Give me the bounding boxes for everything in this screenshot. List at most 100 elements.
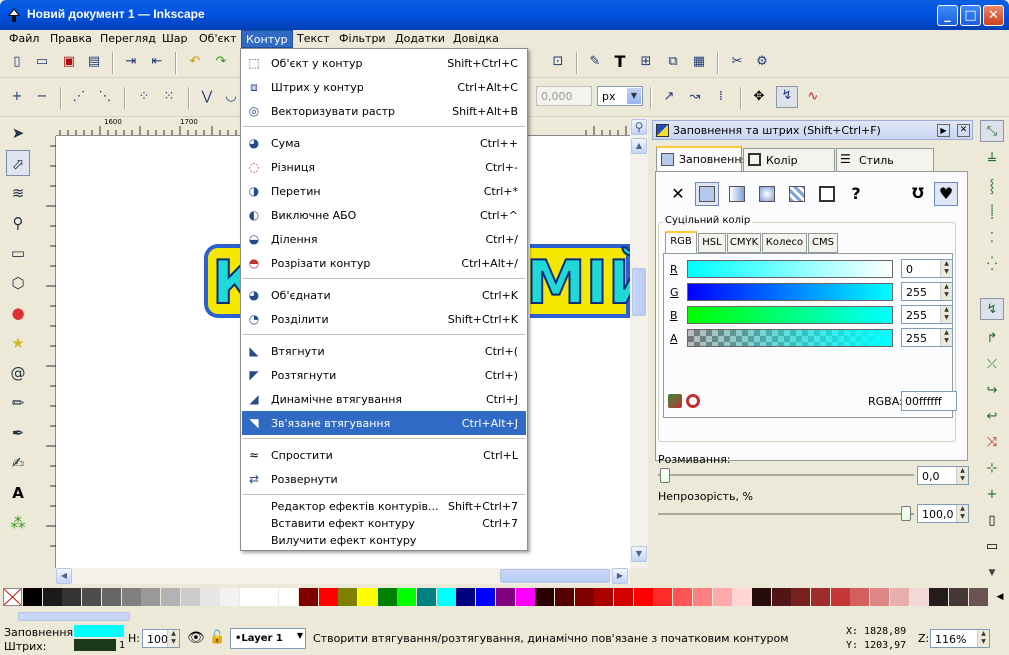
preferences-icon[interactable]: ✂ bbox=[728, 53, 746, 71]
color-swatch[interactable] bbox=[751, 588, 771, 606]
color-swatch[interactable] bbox=[121, 588, 141, 606]
menu-path[interactable]: Контур bbox=[241, 30, 293, 48]
snap-intersection-icon[interactable]: ⤫ bbox=[980, 354, 1004, 376]
menu-item-trace-bitmap[interactable]: ◎ Векторизувати растр Shift+Alt+B bbox=[242, 99, 526, 123]
color-swatch[interactable] bbox=[279, 588, 299, 606]
scroll-left-icon[interactable]: ◀ bbox=[56, 568, 72, 584]
no-color-swatch[interactable] bbox=[3, 588, 22, 606]
tab-wheel[interactable]: Колесо bbox=[762, 233, 807, 253]
menu-item-reverse[interactable]: ⇄ Розвернути bbox=[242, 467, 526, 491]
menu-item-cut-path[interactable]: ◓ Розрізати контур Ctrl+Alt+/ bbox=[242, 251, 526, 275]
break-path-icon[interactable]: ⋱ bbox=[96, 88, 114, 106]
linear-gradient-icon[interactable] bbox=[725, 182, 749, 206]
chevron-down-icon[interactable]: ▼ bbox=[297, 631, 303, 640]
snap-bbox-midpoint-icon[interactable]: ⁚ bbox=[980, 228, 1004, 250]
selector-tool-icon[interactable]: ➤ bbox=[6, 120, 30, 146]
snap-cusp-icon[interactable]: ↪ bbox=[980, 380, 1004, 402]
blur-slider-track[interactable] bbox=[658, 474, 914, 476]
channel-r-spin[interactable]: 0 ▲ ▼ bbox=[901, 259, 953, 278]
tab-rgb[interactable]: RGB bbox=[665, 231, 697, 253]
vertical-scrollbar[interactable]: ⚲ ▲ ▼ bbox=[630, 118, 648, 568]
menu-item-path-effect-editor[interactable]: Редактор ефектів контурів... Shift+Ctrl+7 bbox=[242, 497, 526, 515]
opacity-slider-thumb[interactable] bbox=[901, 506, 911, 521]
tab-stroke-style[interactable]: ☰ Стиль штриха bbox=[836, 148, 934, 180]
stroke-indicator[interactable] bbox=[74, 639, 116, 651]
menu-item-difference[interactable]: ◌ Різниця Ctrl+- bbox=[242, 155, 526, 179]
menu-item-intersection[interactable]: ◑ Перетин Ctrl+* bbox=[242, 179, 526, 203]
color-swatch[interactable] bbox=[495, 588, 515, 606]
color-swatch[interactable] bbox=[515, 588, 535, 606]
tab-cms[interactable]: CMS bbox=[808, 233, 838, 253]
menu-object[interactable]: Об'єкт bbox=[199, 32, 237, 45]
undo-icon[interactable]: ↶ bbox=[186, 53, 204, 71]
opacity-spin[interactable]: 100,0 ▲ ▼ bbox=[917, 504, 969, 523]
menu-text[interactable]: Текст bbox=[297, 32, 330, 45]
palette-scroll-thumb[interactable] bbox=[18, 612, 130, 621]
color-swatch[interactable] bbox=[180, 588, 200, 606]
channel-g-spin[interactable]: 255 ▲ ▼ bbox=[901, 282, 953, 301]
color-swatch[interactable] bbox=[929, 588, 949, 606]
no-paint-icon[interactable]: ✕ bbox=[666, 182, 690, 206]
menu-extensions[interactable]: Додатки bbox=[395, 32, 445, 45]
document-settings-icon[interactable]: ⚙ bbox=[753, 53, 771, 71]
channel-g-slider[interactable] bbox=[687, 283, 893, 301]
spiral-tool-icon[interactable]: @ bbox=[6, 360, 30, 386]
spin-arrows-icon[interactable]: ▲ ▼ bbox=[940, 260, 952, 277]
color-swatch[interactable] bbox=[732, 588, 752, 606]
color-swatch[interactable] bbox=[535, 588, 555, 606]
menu-filters[interactable]: Фільтри bbox=[339, 32, 386, 45]
maximize-button[interactable]: □ bbox=[960, 5, 981, 26]
menu-item-dynamic-offset[interactable]: ◢ Динамічне втягування Ctrl+J bbox=[242, 387, 526, 411]
tab-hsl[interactable]: HSL bbox=[698, 233, 726, 253]
fill-rule-nonzero-icon[interactable]: ♥ bbox=[934, 182, 958, 206]
color-swatch[interactable] bbox=[594, 588, 614, 606]
color-swatch[interactable] bbox=[456, 588, 476, 606]
minimize-button[interactable]: _ bbox=[937, 5, 958, 26]
color-swatch[interactable] bbox=[614, 588, 633, 606]
pen-tool-icon[interactable]: ✒ bbox=[6, 420, 30, 446]
fill-rule-evenodd-icon[interactable]: Ʊ bbox=[906, 182, 930, 206]
zoom-tool-icon[interactable]: ⚲ bbox=[6, 210, 30, 236]
snap-midpoint-icon[interactable]: ⤨ bbox=[980, 432, 1004, 454]
color-swatch[interactable] bbox=[476, 588, 496, 606]
snap-page-border-icon[interactable]: ▯ bbox=[980, 510, 1004, 532]
menu-item-paste-path-effect[interactable]: Вставити ефект контуру Ctrl+7 bbox=[242, 514, 526, 532]
show-handles-icon[interactable]: ⁞ bbox=[712, 88, 730, 106]
channel-a-slider[interactable] bbox=[687, 329, 893, 347]
snap-bbox-icon[interactable]: ╧ bbox=[980, 150, 1004, 172]
color-swatch[interactable] bbox=[692, 588, 712, 606]
3d-box-tool-icon[interactable]: ⬡ bbox=[6, 270, 30, 296]
show-transform-handles-icon[interactable]: ✥ bbox=[750, 88, 768, 106]
menu-item-stroke-to-path[interactable]: ⧈ Штрих у контур Ctrl+Alt+C bbox=[242, 75, 526, 99]
snap-bbox-center-icon[interactable]: ⁛ bbox=[980, 254, 1004, 276]
color-swatch[interactable] bbox=[968, 588, 988, 606]
show-path-outline-icon[interactable]: ∿ bbox=[804, 88, 822, 106]
opacity-h-spin[interactable]: 100 ▲ ▼ bbox=[142, 629, 180, 648]
color-swatch[interactable] bbox=[889, 588, 909, 606]
lock-icon[interactable]: 🔓 bbox=[209, 630, 225, 645]
export-icon[interactable]: ⇤ bbox=[148, 53, 166, 71]
channel-b-spin[interactable]: 255 ▲ ▼ bbox=[901, 305, 953, 324]
color-swatch[interactable] bbox=[633, 588, 653, 606]
zoom-drawing-icon[interactable]: ⊡ bbox=[549, 53, 567, 71]
color-swatch[interactable] bbox=[554, 588, 574, 606]
color-swatch[interactable] bbox=[771, 588, 791, 606]
text-font-icon[interactable]: T bbox=[611, 53, 629, 71]
channel-r-slider[interactable] bbox=[687, 260, 893, 278]
color-swatch[interactable] bbox=[160, 588, 180, 606]
color-swatch[interactable] bbox=[82, 588, 102, 606]
menu-view[interactable]: Перегляд bbox=[100, 32, 156, 45]
chevron-down-icon[interactable]: ▼ bbox=[627, 88, 641, 104]
color-swatch[interactable] bbox=[338, 588, 358, 606]
menu-item-object-to-path[interactable]: ⬚ Об'єкт у контур Shift+Ctrl+C bbox=[242, 51, 526, 75]
radial-gradient-icon[interactable] bbox=[755, 182, 779, 206]
menu-item-simplify[interactable]: ≈ Спростити Ctrl+L bbox=[242, 443, 526, 467]
horizontal-scroll-thumb[interactable] bbox=[500, 569, 610, 583]
align-icon[interactable]: ⊞ bbox=[637, 53, 655, 71]
join-segment-icon[interactable]: ⁘ bbox=[135, 88, 153, 106]
unit-select[interactable]: px ▼ bbox=[597, 86, 643, 106]
color-swatch[interactable] bbox=[673, 588, 693, 606]
fill-indicator[interactable] bbox=[74, 625, 124, 637]
color-swatch[interactable] bbox=[101, 588, 121, 606]
layer-select[interactable]: •Layer 1 ▼ bbox=[230, 628, 306, 649]
